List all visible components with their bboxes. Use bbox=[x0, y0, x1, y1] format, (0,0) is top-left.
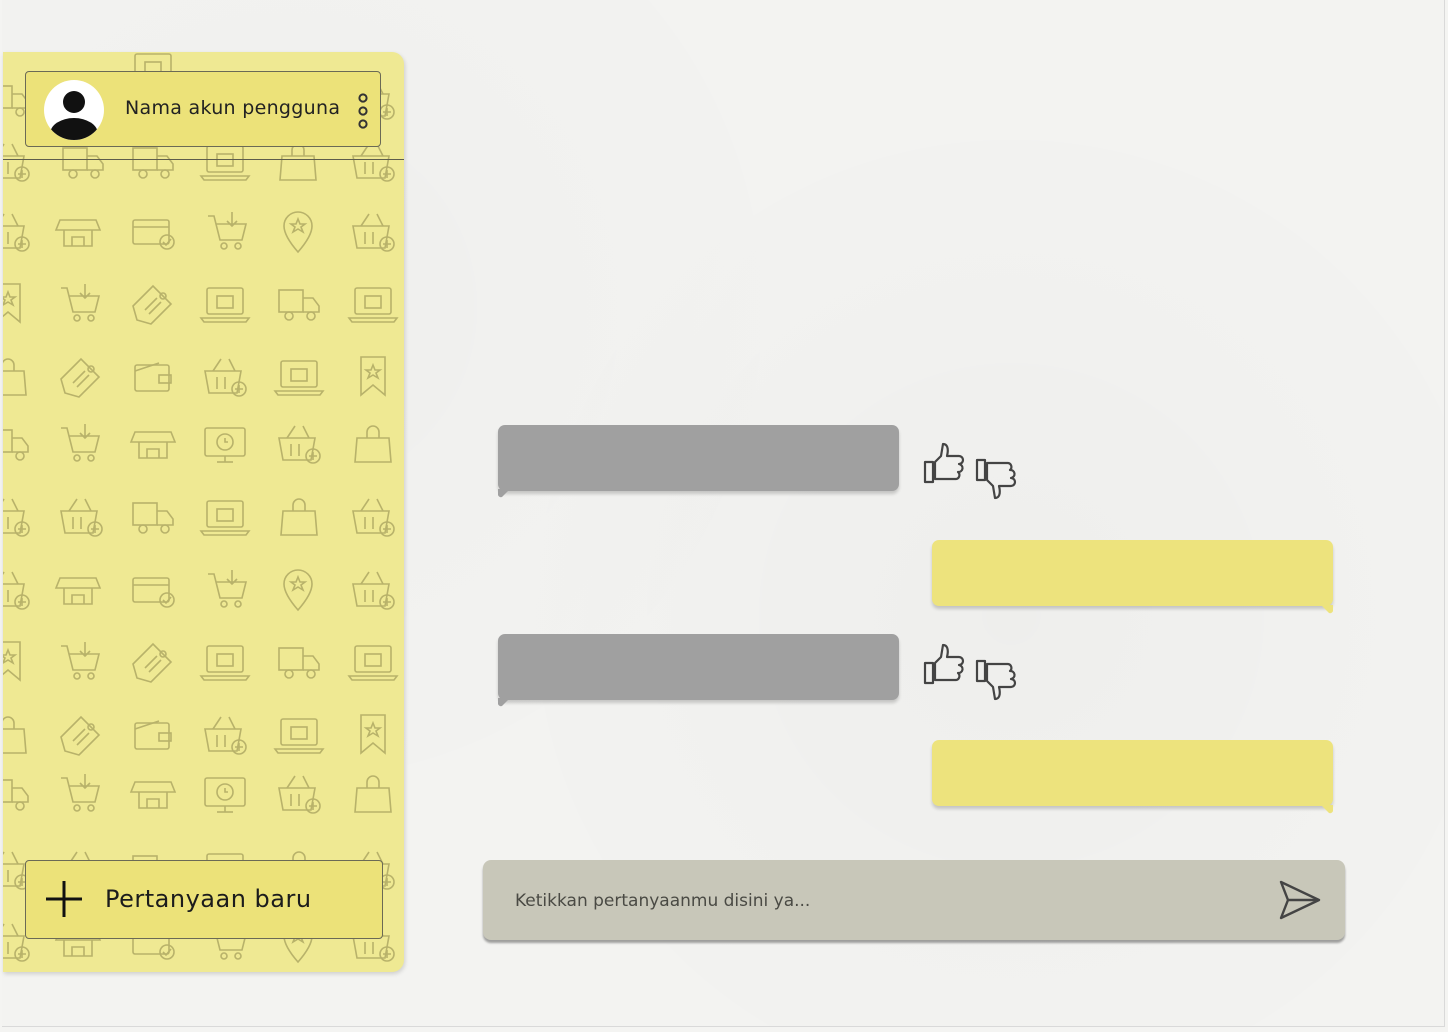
sidebar-divider bbox=[3, 159, 404, 160]
new-question-label: Pertanyaan baru bbox=[105, 885, 312, 913]
thumbs-down-icon[interactable] bbox=[974, 456, 1018, 500]
bubble-tail bbox=[1321, 605, 1333, 614]
user-message-bubble bbox=[932, 540, 1333, 606]
bot-message-bubble bbox=[498, 634, 899, 700]
thumbs-up-icon[interactable] bbox=[922, 442, 966, 486]
thumbs-down-icon[interactable] bbox=[974, 657, 1018, 701]
user-message-bubble bbox=[932, 740, 1333, 806]
question-input[interactable] bbox=[513, 882, 1257, 920]
sidebar: Nama akun pengguna Pertanyaan baru bbox=[3, 52, 404, 972]
thumbs-up-icon[interactable] bbox=[922, 643, 966, 687]
account-card[interactable]: Nama akun pengguna bbox=[25, 71, 381, 147]
bubble-tail bbox=[498, 489, 510, 498]
bubble-tail bbox=[498, 698, 510, 707]
message-composer bbox=[483, 860, 1345, 940]
bot-message-bubble bbox=[498, 425, 899, 491]
account-name: Nama akun pengguna bbox=[125, 97, 341, 119]
user-avatar-icon bbox=[44, 80, 104, 140]
shopping-pattern-background bbox=[3, 53, 398, 963]
bubble-tail bbox=[1321, 805, 1333, 814]
pattern-rows bbox=[3, 53, 398, 963]
new-question-button[interactable]: Pertanyaan baru bbox=[25, 860, 383, 939]
plus-icon bbox=[46, 881, 82, 917]
send-icon[interactable] bbox=[1278, 878, 1322, 922]
kebab-menu-icon[interactable] bbox=[356, 92, 370, 132]
